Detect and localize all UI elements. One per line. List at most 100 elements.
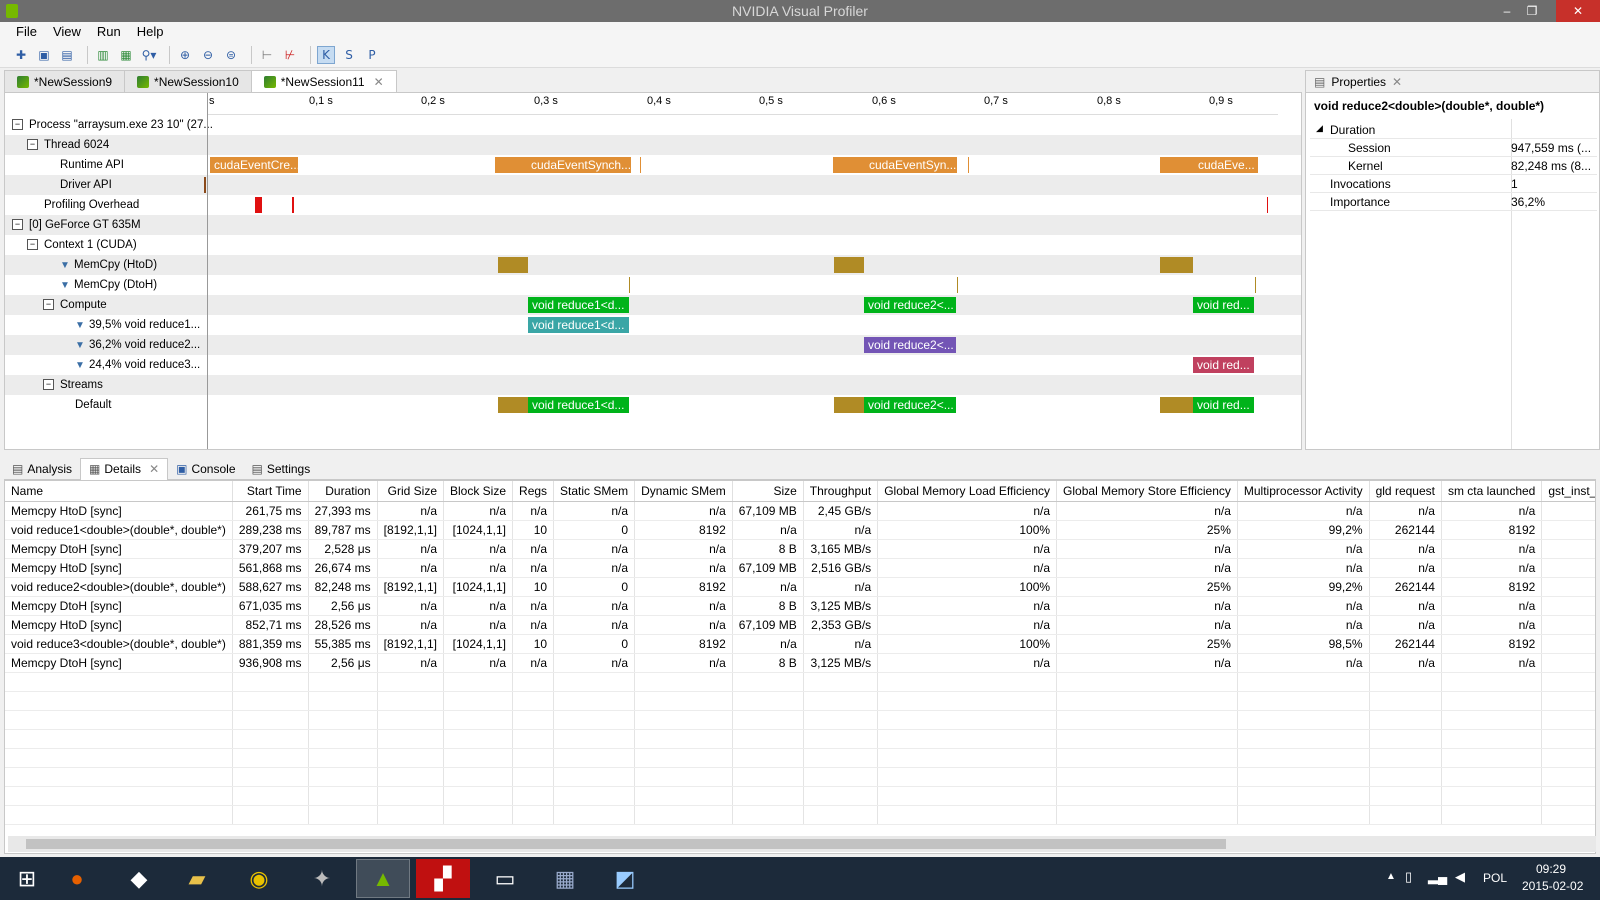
tray-device-icon[interactable]: ▯: [1405, 869, 1412, 885]
zoom-in-icon[interactable]: ⊕: [176, 46, 194, 64]
overhead-marker[interactable]: [1267, 197, 1268, 213]
pdf-reader-icon[interactable]: ▞: [416, 859, 470, 898]
runtime-api-bar[interactable]: cudaEve...: [1160, 157, 1258, 173]
runtime-api-bar[interactable]: cudaEventCre...: [210, 157, 298, 173]
timeline-tree-divider[interactable]: [5, 93, 208, 449]
horizontal-scrollbar[interactable]: [8, 836, 1596, 852]
table-row[interactable]: Memcpy DtoH [sync] 936,908 ms 2,56 μs n/a n/…: [5, 653, 1595, 673]
kernel-view-icon[interactable]: K: [317, 45, 335, 64]
column-header[interactable]: Static SMem: [553, 481, 636, 502]
clear-filter-icon[interactable]: ⊬: [281, 46, 299, 64]
property-row[interactable]: Invocations 1: [1310, 175, 1597, 193]
tray-time[interactable]: 09:29: [1536, 862, 1566, 876]
calculator-icon[interactable]: ▦: [538, 859, 592, 898]
runtime-api-bar[interactable]: cudaEventSynch...: [495, 157, 631, 173]
table-row[interactable]: Memcpy DtoH [sync] 671,035 ms 2,56 μs n/a n/…: [5, 596, 1595, 616]
tray-arrow-icon[interactable]: ▲: [1386, 871, 1396, 882]
tab-details[interactable]: ▦ Details ✕: [80, 457, 169, 480]
column-header[interactable]: Name: [5, 481, 233, 502]
table-row[interactable]: Memcpy HtoD [sync] 561,868 ms 26,674 ms n/a…: [5, 558, 1595, 578]
kernel-bar[interactable]: void red...: [1193, 397, 1254, 413]
tab-session10[interactable]: *NewSession10: [124, 70, 252, 92]
kernel-bar[interactable]: void reduce2<...: [864, 397, 956, 413]
table-row[interactable]: void reduce3<double>(double*, double*) 88…: [5, 634, 1595, 654]
scrollbar-thumb[interactable]: [26, 839, 1226, 849]
expand-icon[interactable]: ◢: [1316, 123, 1323, 134]
column-header[interactable]: sm cta launched: [1441, 481, 1543, 502]
import-icon[interactable]: ▥: [94, 46, 112, 64]
column-header[interactable]: gld request: [1369, 481, 1442, 502]
memcpy-dtoh-marker[interactable]: [957, 277, 958, 293]
column-header[interactable]: Global Memory Store Efficiency: [1056, 481, 1238, 502]
tab-settings[interactable]: ▤ Settings: [244, 458, 319, 480]
property-row[interactable]: Session 947,559 ms (...: [1310, 139, 1597, 157]
profile-dropdown-icon[interactable]: ⚲▾: [140, 46, 158, 64]
firefox-icon[interactable]: ●: [50, 859, 104, 898]
column-header[interactable]: Regs: [512, 481, 555, 502]
kernel3-bar[interactable]: void red...: [1193, 357, 1254, 373]
close-tab-icon[interactable]: ✕: [149, 462, 159, 476]
nvidia-profiler-icon[interactable]: ▲: [356, 859, 410, 898]
memcpy-htod-bar[interactable]: [834, 257, 864, 273]
table-row[interactable]: Memcpy HtoD [sync] 261,75 ms 27,393 ms n/a n…: [5, 501, 1595, 521]
column-header[interactable]: gst_inst_: [1541, 481, 1595, 502]
menu-file[interactable]: File: [8, 22, 45, 42]
close-button[interactable]: ✕: [1556, 0, 1600, 22]
column-header[interactable]: Multiprocessor Activity: [1237, 481, 1370, 502]
tab-console[interactable]: ▣ Console: [168, 458, 243, 480]
memcpy-htod-bar[interactable]: [834, 397, 864, 413]
overhead-marker[interactable]: [292, 197, 294, 213]
property-row[interactable]: ◢ Duration: [1310, 121, 1597, 139]
column-header[interactable]: Grid Size: [377, 481, 445, 502]
column-header[interactable]: Dynamic SMem: [634, 481, 733, 502]
kernel-bar[interactable]: void red...: [1193, 297, 1254, 313]
memcpy-dtoh-marker[interactable]: [1255, 277, 1256, 293]
column-header[interactable]: Start Time: [232, 481, 309, 502]
tab-session11[interactable]: *NewSession11 ✕: [250, 70, 397, 92]
tools-icon[interactable]: ✦: [295, 859, 349, 898]
export-icon[interactable]: ▦: [117, 46, 135, 64]
tray-date[interactable]: 2015-02-02: [1522, 879, 1583, 893]
kernel1-bar[interactable]: void reduce1<d...: [528, 317, 629, 333]
memcpy-htod-bar[interactable]: [498, 257, 528, 273]
zoom-out-icon[interactable]: ⊖: [199, 46, 217, 64]
kernel-bar[interactable]: void reduce1<d...: [528, 297, 629, 313]
memcpy-dtoh-marker[interactable]: [629, 277, 630, 293]
media-player-icon[interactable]: ◉: [232, 859, 286, 898]
property-row[interactable]: Importance 36,2%: [1310, 193, 1597, 211]
tab-session9[interactable]: *NewSession9: [4, 70, 126, 92]
close-tab-icon[interactable]: ✕: [1392, 75, 1402, 89]
table-row[interactable]: Memcpy DtoH [sync] 379,207 ms 2,528 μs n/a n…: [5, 539, 1595, 559]
kernel-bar[interactable]: void reduce2<...: [864, 297, 956, 313]
memcpy-htod-bar[interactable]: [1160, 257, 1193, 273]
file-explorer-icon[interactable]: ▰: [170, 859, 224, 898]
tray-volume-icon[interactable]: ◀: [1455, 869, 1465, 885]
tab-analysis[interactable]: ▤ Analysis: [4, 458, 80, 480]
overhead-marker[interactable]: [255, 197, 262, 213]
table-row[interactable]: Memcpy HtoD [sync] 852,71 ms 28,526 ms n/a n…: [5, 615, 1595, 635]
tray-language[interactable]: POL: [1483, 871, 1507, 885]
new-session-icon[interactable]: ✚: [12, 46, 30, 64]
kernel-bar[interactable]: void reduce1<d...: [528, 397, 629, 413]
column-header[interactable]: Throughput: [803, 481, 879, 502]
save-icon[interactable]: ▣: [35, 46, 53, 64]
memcpy-htod-bar[interactable]: [1160, 397, 1193, 413]
column-header[interactable]: Duration: [308, 481, 378, 502]
runtime-api-bar[interactable]: cudaEventSyn...: [833, 157, 957, 173]
menu-view[interactable]: View: [45, 22, 89, 42]
property-row[interactable]: Kernel 82,248 ms (8...: [1310, 157, 1597, 175]
filter-icon[interactable]: ⊢: [258, 46, 276, 64]
notepad-icon[interactable]: ◩: [598, 859, 652, 898]
kernel2-bar[interactable]: void reduce2<...: [864, 337, 956, 353]
zoom-fit-icon[interactable]: ⊜: [222, 46, 240, 64]
column-header[interactable]: Global Memory Load Efficiency: [877, 481, 1058, 502]
tray-network-icon[interactable]: ▂▄: [1428, 869, 1447, 885]
restore-button[interactable]: ❐: [1520, 0, 1544, 22]
column-header[interactable]: Block Size: [443, 481, 514, 502]
save-all-icon[interactable]: ▤: [58, 46, 76, 64]
column-header[interactable]: Size: [732, 481, 804, 502]
app-fox-icon[interactable]: ◆: [112, 859, 166, 898]
stream-view-icon[interactable]: S: [340, 46, 358, 64]
minimize-button[interactable]: –: [1495, 0, 1519, 22]
menu-run[interactable]: Run: [89, 22, 129, 42]
